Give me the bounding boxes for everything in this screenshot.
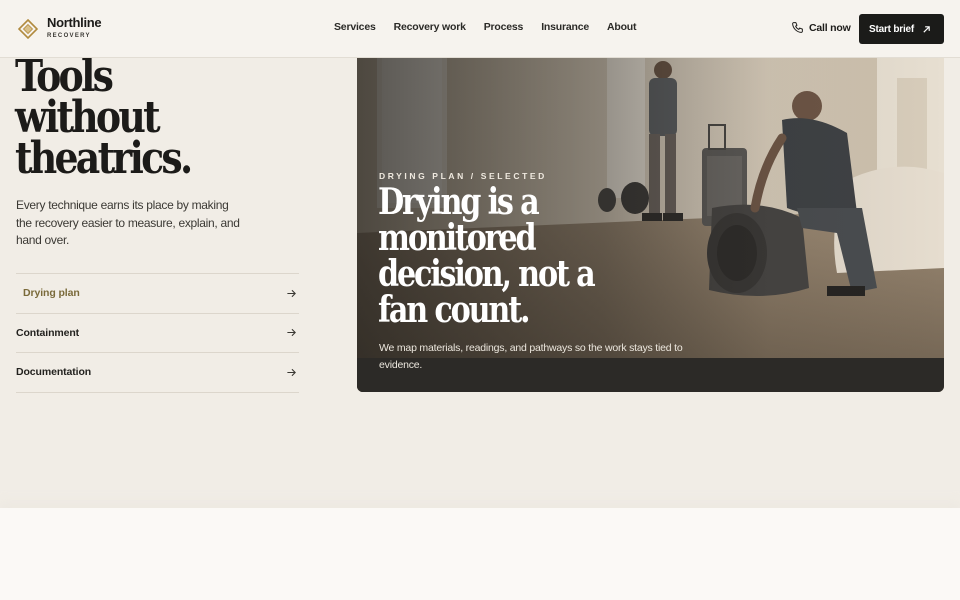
- site-header: Northline RECOVERY Services Recovery wor…: [0, 0, 960, 58]
- hero-headline-line: without: [15, 92, 161, 143]
- feature-card: DRYING PLAN / SELECTED Drying is a monit…: [357, 58, 944, 392]
- brand-logo[interactable]: Northline RECOVERY: [18, 15, 102, 41]
- hero-headline-line: Tools: [15, 51, 114, 102]
- tab-documentation[interactable]: Documentation: [16, 353, 299, 393]
- tab-drying-plan[interactable]: Drying plan: [16, 274, 299, 314]
- feature-title-line: fan count.: [378, 289, 531, 331]
- main-nav: Services Recovery work Process Insurance…: [334, 21, 654, 33]
- technique-tabs: Drying plan Containment Documentation: [16, 273, 299, 393]
- feature-title-line: decision, not a: [378, 253, 596, 295]
- hero-lede: Every technique earns its place by makin…: [16, 198, 240, 247]
- arrow-right-icon: [287, 329, 296, 337]
- nav-services[interactable]: Services: [334, 21, 376, 33]
- next-section: [0, 508, 960, 600]
- tab-containment[interactable]: Containment: [16, 314, 299, 353]
- brand-name: Northline: [47, 15, 102, 30]
- arrow-right-icon: [287, 368, 296, 376]
- call-now-label: Call now: [809, 21, 851, 34]
- nav-insurance[interactable]: Insurance: [541, 21, 589, 33]
- tab-label: Containment: [16, 326, 80, 339]
- start-brief-button[interactable]: Start brief: [859, 14, 944, 44]
- feature-title-line: monitored: [378, 217, 537, 259]
- feature-title-line: Drying is a: [378, 181, 540, 223]
- feature-eyebrow: DRYING PLAN / SELECTED: [379, 171, 547, 181]
- hero-headline-line: theatrics.: [15, 133, 193, 184]
- feature-title: Drying is a monitored decision, not a fa…: [378, 181, 596, 331]
- nav-recovery-work[interactable]: Recovery work: [394, 21, 466, 33]
- diamond-logo-icon: [18, 18, 38, 39]
- brand-subtitle: RECOVERY: [47, 33, 91, 39]
- tab-label: Drying plan: [23, 287, 80, 300]
- arrow-up-right-icon: [923, 25, 930, 33]
- start-brief-label: Start brief: [869, 23, 915, 35]
- arrow-right-icon: [287, 289, 296, 297]
- nav-about[interactable]: About: [607, 21, 637, 33]
- phone-icon: [792, 22, 803, 33]
- hero-headline: Tools without theatrics.: [15, 51, 239, 184]
- call-now-link[interactable]: Call now: [791, 21, 851, 34]
- nav-process[interactable]: Process: [484, 21, 524, 33]
- tab-label: Documentation: [16, 366, 92, 379]
- feature-description: We map materials, readings, and pathways…: [379, 342, 683, 371]
